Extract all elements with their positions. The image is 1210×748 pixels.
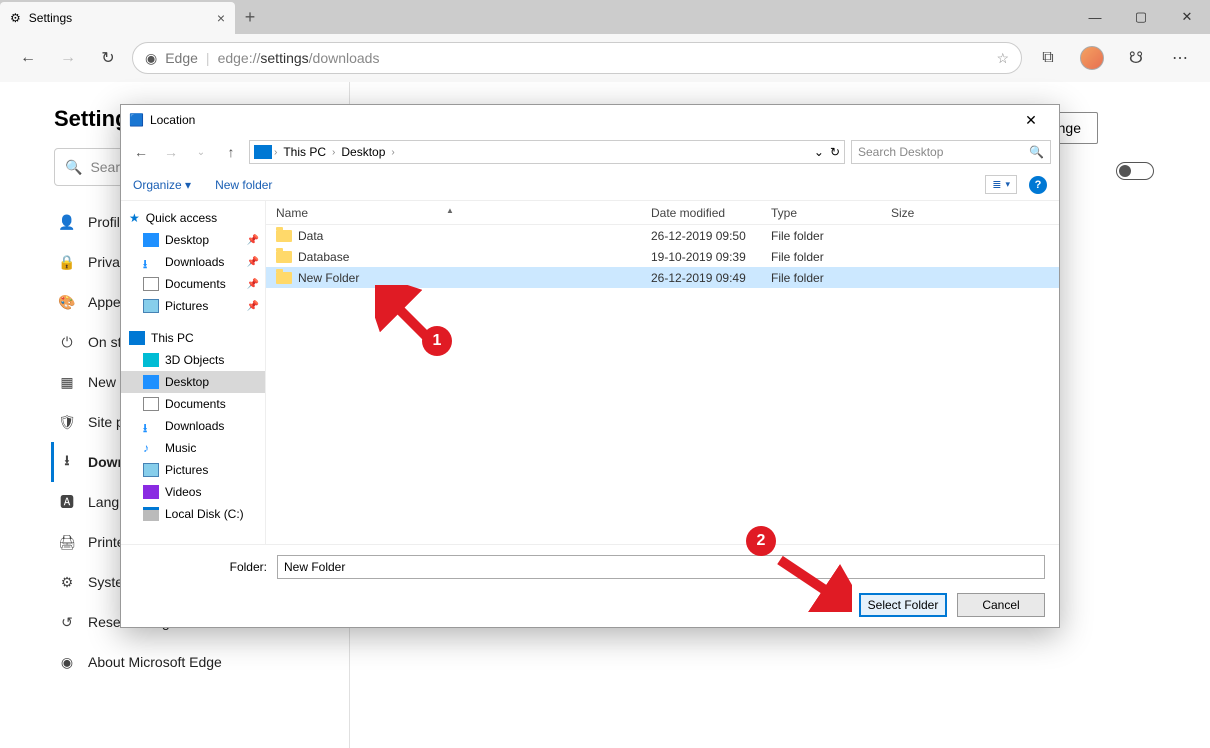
annotation-callout-1: 1 xyxy=(422,326,452,356)
nav-back-button[interactable]: ← xyxy=(129,144,153,160)
gear-icon: ⚙ xyxy=(10,11,21,25)
nav-recent-dropdown[interactable]: ⌄ xyxy=(189,147,213,158)
folder-field-label: Folder: xyxy=(135,560,267,574)
search-icon: 🔍 xyxy=(65,159,82,176)
lang-icon: 🅰 xyxy=(58,493,76,511)
tab-icon: ▦ xyxy=(58,373,76,391)
cancel-button[interactable]: Cancel xyxy=(957,593,1045,617)
nav-forward-button: → xyxy=(159,144,183,160)
folder-picker-dialog: 🟦 Location ✕ ← → ⌄ ↑ › This PC › Desktop… xyxy=(120,104,1060,628)
tree-item-desktop[interactable]: Desktop xyxy=(121,371,265,393)
tree-item-3d-objects[interactable]: 3D Objects xyxy=(121,349,265,371)
tree-item-downloads[interactable]: ⭳Downloads📌 xyxy=(121,251,265,273)
view-mode-button[interactable]: ≣ ▾ xyxy=(985,175,1017,194)
system-icon: ⚙ xyxy=(58,573,76,591)
annotation-callout-2: 2 xyxy=(746,526,776,556)
help-button[interactable]: ? xyxy=(1029,176,1047,194)
pin-icon: 📌 xyxy=(247,257,259,268)
back-button[interactable]: ← xyxy=(12,42,44,74)
pc-icon xyxy=(254,145,272,159)
file-row[interactable]: Database19-10-2019 09:39File folder xyxy=(266,246,1059,267)
tree-item-documents[interactable]: Documents xyxy=(121,393,265,415)
browser-toolbar: ← → ↻ ◉ Edge | edge://settings/downloads… xyxy=(0,34,1210,82)
profile-avatar[interactable] xyxy=(1074,46,1110,70)
address-bar[interactable]: ◉ Edge | edge://settings/downloads ☆ xyxy=(132,42,1022,74)
forward-button: → xyxy=(52,42,84,74)
tab-title: Settings xyxy=(29,11,72,25)
feedback-button[interactable]: ☋ xyxy=(1118,48,1154,68)
collections-button[interactable]: ⧉ xyxy=(1030,49,1066,67)
search-icon: 🔍 xyxy=(1029,145,1044,159)
new-tab-button[interactable]: + xyxy=(235,0,265,34)
select-folder-button[interactable]: Select Folder xyxy=(859,593,947,617)
maximize-button[interactable]: ▢ xyxy=(1118,0,1164,34)
perm-icon: 🛡 xyxy=(58,413,76,431)
folder-name-input[interactable] xyxy=(277,555,1045,579)
folder-tree[interactable]: ★Quick access Desktop📌⭳Downloads📌Documen… xyxy=(121,201,266,544)
app-icon: 🟦 xyxy=(129,113,144,127)
browser-titlebar: ⚙ Settings × + — ▢ ✕ xyxy=(0,0,1210,34)
close-window-button[interactable]: ✕ xyxy=(1164,0,1210,34)
about-icon: ◉ xyxy=(58,653,76,671)
reset-icon: ↺ xyxy=(58,613,76,631)
tree-item-videos[interactable]: Videos xyxy=(121,481,265,503)
nav-up-button[interactable]: ↑ xyxy=(219,144,243,160)
refresh-button[interactable]: ↻ xyxy=(92,42,124,74)
annotation-arrow-2 xyxy=(772,552,852,612)
dialog-close-button[interactable]: ✕ xyxy=(1011,112,1051,129)
file-list[interactable]: Data26-12-2019 09:50File folderDatabase1… xyxy=(266,225,1059,544)
breadcrumb-bar[interactable]: › This PC › Desktop › ⌄↻ xyxy=(249,140,845,164)
breadcrumb-dropdown-icon[interactable]: ⌄ xyxy=(814,145,824,159)
pin-icon: 📌 xyxy=(247,279,259,290)
tree-item-pictures[interactable]: Pictures xyxy=(121,459,265,481)
new-folder-button[interactable]: New folder xyxy=(215,178,272,192)
favorite-star-icon[interactable]: ☆ xyxy=(996,50,1009,67)
tree-item-pictures[interactable]: Pictures📌 xyxy=(121,295,265,317)
sort-indicator-icon: ▲ xyxy=(446,206,454,215)
tree-quick-access[interactable]: ★Quick access xyxy=(121,207,265,229)
pin-icon: 📌 xyxy=(247,301,259,312)
folder-icon xyxy=(276,251,292,263)
pin-icon: 📌 xyxy=(247,235,259,246)
sidebar-item-about-microsoft-edge[interactable]: ◉About Microsoft Edge xyxy=(54,642,349,682)
ask-download-toggle[interactable] xyxy=(1116,162,1154,180)
tree-item-documents[interactable]: Documents📌 xyxy=(121,273,265,295)
column-headers[interactable]: Name▲ Date modified Type Size xyxy=(266,201,1059,225)
browser-tab[interactable]: ⚙ Settings × xyxy=(0,2,235,34)
lock-icon: 🔒 xyxy=(58,253,76,271)
dialog-title: Location xyxy=(150,113,195,127)
dialog-search-input[interactable]: Search Desktop 🔍 xyxy=(851,140,1051,164)
address-prefix: Edge xyxy=(165,50,198,66)
organize-menu[interactable]: Organize ▾ xyxy=(133,178,191,192)
window-controls: — ▢ ✕ xyxy=(1072,0,1210,34)
file-row[interactable]: Data26-12-2019 09:50File folder xyxy=(266,225,1059,246)
tree-item-desktop[interactable]: Desktop📌 xyxy=(121,229,265,251)
folder-icon xyxy=(276,230,292,242)
refresh-breadcrumb-icon[interactable]: ↻ xyxy=(830,145,840,159)
minimize-button[interactable]: — xyxy=(1072,0,1118,34)
power-icon: ⏻ xyxy=(58,333,76,351)
tree-item-local-disk-c-[interactable]: Local Disk (C:) xyxy=(121,503,265,525)
close-tab-icon[interactable]: × xyxy=(217,10,225,26)
palette-icon: 🎨 xyxy=(58,293,76,311)
tree-item-downloads[interactable]: ⭳Downloads xyxy=(121,415,265,437)
more-menu-button[interactable]: ⋯ xyxy=(1162,48,1198,68)
folder-icon xyxy=(276,272,292,284)
tree-item-music[interactable]: ♪Music xyxy=(121,437,265,459)
profile-icon: 👤 xyxy=(58,213,76,231)
edge-logo-icon: ◉ xyxy=(145,50,157,67)
download-icon: ⭳ xyxy=(58,453,76,471)
printer-icon: 🖨 xyxy=(58,533,76,551)
tree-this-pc[interactable]: This PC xyxy=(121,327,265,349)
address-url: edge://settings/downloads xyxy=(218,50,380,66)
